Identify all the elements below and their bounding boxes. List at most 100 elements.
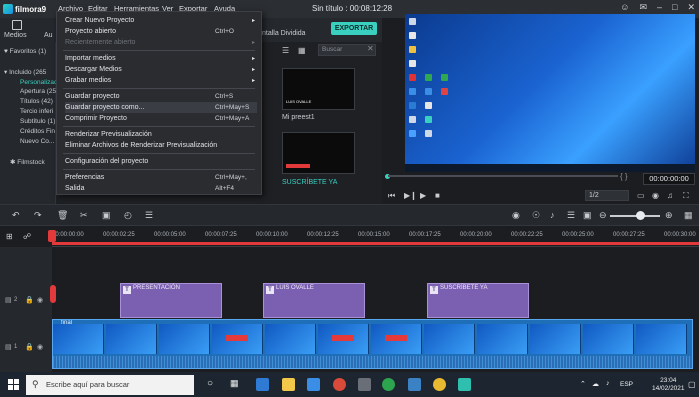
cortana-icon[interactable]: ○	[207, 378, 213, 389]
notifications-icon[interactable]: ▢	[688, 380, 696, 389]
menu-item-descargar-medios[interactable]: Descargar Medios ▸	[65, 64, 257, 75]
category-item[interactable]: Créditos Fin	[20, 128, 55, 135]
menu-item-configuracion-proyecto[interactable]: Configuración del proyecto	[65, 156, 257, 167]
chrome-app-icon[interactable]	[433, 378, 446, 391]
zoom-slider[interactable]	[610, 215, 660, 217]
category-item[interactable]: Títulos (42)	[20, 98, 53, 105]
maximize-icon[interactable]: □	[672, 2, 677, 13]
menu-item-grabar-medios[interactable]: Grabar medios ▸	[65, 75, 257, 86]
fullscreen-icon[interactable]: ⛶	[683, 191, 689, 201]
tick-label: 00:00:00:00	[52, 232, 84, 238]
menu-item-crear-nuevo-proyecto[interactable]: Crear Nuevo Proyecto ▸	[65, 15, 257, 26]
track-2-label: 2	[14, 297, 18, 303]
menu-separator	[63, 169, 255, 170]
file-explorer-icon[interactable]	[282, 378, 295, 391]
cut-icon[interactable]: ✂	[80, 210, 88, 221]
stop-icon[interactable]: ■	[435, 191, 440, 200]
category-favoritos[interactable]: ♥ Favoritos (1)	[4, 48, 46, 55]
tray-chevron-icon[interactable]: ⌃	[580, 380, 586, 388]
user-icon[interactable]: ☺	[620, 2, 629, 13]
render-icon[interactable]: ◉	[512, 210, 520, 221]
category-incluido[interactable]: ▾ Incluido (265	[4, 68, 46, 76]
export-button[interactable]: EXPORTAR	[331, 22, 377, 35]
speed-icon[interactable]: ◴	[124, 210, 132, 221]
delete-icon[interactable]: 🗑	[57, 210, 68, 221]
zoom-out-icon[interactable]: ⊖	[599, 210, 607, 221]
close-icon[interactable]: ✕	[687, 2, 695, 13]
preview-progress-bar[interactable]	[388, 175, 618, 177]
volume-icon[interactable]: ♫	[667, 191, 673, 200]
network-icon[interactable]: ☁	[592, 380, 599, 388]
category-item[interactable]: Nuevo Co...	[20, 138, 54, 145]
menu-item-guardar-proyecto[interactable]: Guardar proyecto Ctrl+S	[65, 91, 257, 102]
title-clip-icon: T	[266, 286, 274, 294]
tab-medios[interactable]: Medios	[4, 32, 27, 39]
snapshot-icon[interactable]: ◉	[652, 191, 659, 200]
marker-icon[interactable]: ☉	[532, 210, 540, 221]
tab-pantalla-dividida[interactable]: ntalla Dividida	[262, 30, 306, 37]
menu-item-preferencias[interactable]: Preferencias Ctrl+May+,	[65, 172, 257, 183]
category-filmstock[interactable]: ✱ Filmstock	[10, 158, 45, 166]
mail-app-icon[interactable]	[307, 378, 320, 391]
mixer-icon[interactable]: ☰	[567, 210, 575, 221]
add-track-icon[interactable]: ⊞	[6, 232, 13, 241]
filmora-app-icon[interactable]	[458, 378, 471, 391]
media-thumbnail[interactable]	[282, 132, 355, 174]
menu-item-eliminar-archivos-render[interactable]: Eliminar Archivos de Renderizar Previsua…	[65, 140, 257, 151]
menu-item-recientemente-abierto[interactable]: Recientemente abierto ▸	[65, 37, 257, 48]
windows-start-icon[interactable]	[8, 379, 19, 390]
menu-item-proyecto-abierto[interactable]: Proyecto abierto Ctrl+O	[65, 26, 257, 37]
taskbar-search-input[interactable]: Escribe aquí para buscar	[26, 375, 194, 395]
bracket-icon[interactable]: { }	[620, 172, 628, 181]
lock-icon[interactable]: 🔒	[25, 343, 34, 351]
zoom-slider-knob[interactable]	[636, 211, 645, 220]
calculator-app-icon[interactable]	[358, 378, 371, 391]
menu-item-guardar-proyecto-como[interactable]: Guardar proyecto como... Ctrl+May+S	[65, 102, 257, 113]
category-item[interactable]: Apertura (25)	[20, 88, 58, 95]
crop-icon[interactable]: ▣	[102, 210, 111, 221]
taskbar-clock[interactable]: 23:04 14/02/2021	[652, 377, 685, 393]
lock-icon[interactable]: 🔒	[25, 296, 34, 304]
play-pause-icon[interactable]: ▶❙	[404, 191, 417, 200]
eye-icon[interactable]: ◉	[37, 343, 43, 351]
speaker-icon[interactable]: ♪	[606, 380, 610, 387]
minimize-icon[interactable]: –	[657, 2, 662, 13]
tab-audio[interactable]: Au	[44, 32, 53, 39]
media-thumbnail[interactable]: LUIS OVALLE	[282, 68, 355, 110]
category-item[interactable]: Subtítulo (1)	[20, 118, 55, 125]
opera-app-icon[interactable]	[333, 378, 346, 391]
eye-icon[interactable]: ◉	[37, 296, 43, 304]
link-icon[interactable]: ☍	[23, 232, 31, 241]
undo-icon[interactable]: ↶	[12, 210, 20, 221]
menu-item-renderizar-previsualizacion[interactable]: Renderizar Previsualización	[65, 129, 257, 140]
menu-item-comprimir-proyecto[interactable]: Comprimir Proyecto Ctrl+May+A	[65, 113, 257, 124]
edge-new-app-icon[interactable]	[382, 378, 395, 391]
language-indicator[interactable]: ESP	[620, 381, 633, 388]
menu-item-salida[interactable]: Salida Alt+F4	[65, 183, 257, 194]
rewind-icon[interactable]: ⏮	[388, 191, 395, 201]
redo-icon[interactable]: ↷	[34, 210, 42, 221]
thumb-inner-text: LUIS OVALLE	[286, 99, 312, 104]
display-icon[interactable]: ▭	[637, 191, 645, 200]
playhead-handle[interactable]	[48, 230, 56, 242]
play-icon[interactable]: ▶	[420, 191, 426, 200]
title-clip[interactable]: T SUSCRÍBETE YA	[427, 283, 529, 318]
filter-icon[interactable]: ☰	[282, 46, 289, 55]
voiceover-icon[interactable]: ▣	[583, 210, 592, 221]
mail-icon[interactable]: ✉	[639, 2, 647, 13]
clear-search-icon[interactable]: ✕	[367, 44, 374, 53]
category-item[interactable]: Tercio inferi	[20, 108, 53, 115]
task-view-icon[interactable]: ▦	[230, 378, 239, 389]
word-app-icon[interactable]	[408, 378, 421, 391]
fit-icon[interactable]: ▦	[684, 210, 693, 221]
edge-app-icon[interactable]	[256, 378, 269, 391]
menu-item-importar-medios[interactable]: Importar medios ▸	[65, 53, 257, 64]
title-clip[interactable]: T LUIS OVALLE	[263, 283, 365, 318]
adjust-icon[interactable]: ☰	[145, 210, 153, 221]
mic-icon[interactable]: ♪	[550, 210, 555, 220]
preview-quality-select[interactable]: 1/2	[585, 190, 629, 201]
title-clip-label: SUSCRÍBETE YA	[440, 285, 488, 291]
title-clip[interactable]: T PRESENTACIÓN	[120, 283, 222, 318]
zoom-in-icon[interactable]: ⊕	[665, 210, 673, 221]
grid-icon[interactable]: ▦	[298, 46, 306, 55]
